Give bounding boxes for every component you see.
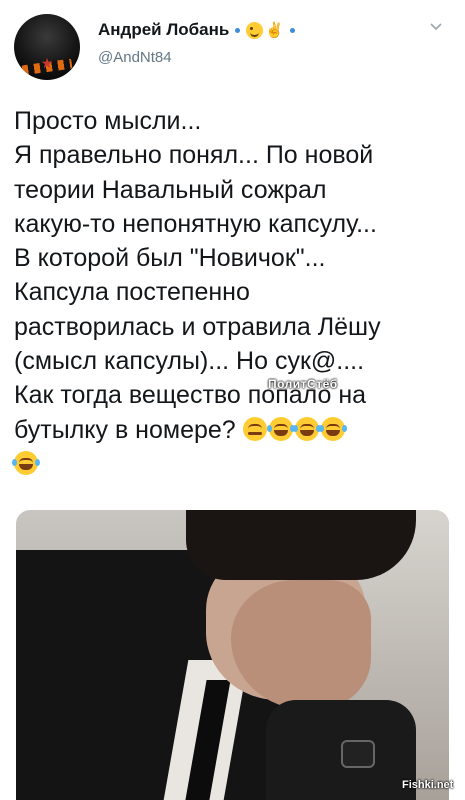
photo-watch (341, 740, 375, 768)
tweet-line: какую-то непонятную капсулу... (14, 209, 377, 238)
wink-face-emoji-icon (246, 21, 264, 39)
author-name-row[interactable]: Андрей Лобань ✌ (98, 19, 301, 41)
author-handle[interactable]: @AndNt84 (98, 49, 172, 66)
joy-emoji-icon (292, 416, 321, 441)
joy-emoji-icon (318, 416, 347, 441)
tweet-photo-facepalm[interactable] (16, 510, 449, 800)
tweet-header: ★ Андрей Лобань ✌ @AndNt84 (0, 0, 465, 92)
photo-hair (186, 510, 416, 580)
tweet-line: теории Навальный сожрал (14, 175, 327, 204)
joy-emoji-icon (12, 450, 40, 475)
tweet-line: Просто мысли... (14, 107, 202, 135)
star-icon: ★ (40, 55, 54, 71)
watermark-fishki: Fishki.net (402, 779, 454, 791)
persevering-face-emoji-icon (242, 416, 267, 441)
tweet-line: Капсула постепенно (14, 278, 250, 307)
watermark-politstyob: ПолитСтёб (268, 377, 338, 391)
dot-icon (290, 27, 296, 33)
tweet-line: В которой был "Новичок"... (14, 244, 326, 273)
tweet-line: бутылку в номере? (14, 415, 236, 444)
victory-hand-emoji-icon: ✌ (265, 21, 285, 39)
chevron-down-icon[interactable] (429, 20, 443, 34)
avatar[interactable]: ★ (14, 14, 80, 80)
dot-icon (235, 27, 241, 33)
tweet-line: (смысл капсулы)... Но сук@.... (14, 347, 365, 376)
tweet-line: Я правельно понял... По новой (14, 141, 374, 170)
joy-emoji-icon (266, 416, 295, 441)
tweet-text: Просто мысли... Я правельно понял... По … (12, 104, 459, 481)
tweet-line: растворилась и отравила Лёшу (14, 312, 381, 341)
author-display-name[interactable]: Андрей Лобань (98, 20, 229, 40)
